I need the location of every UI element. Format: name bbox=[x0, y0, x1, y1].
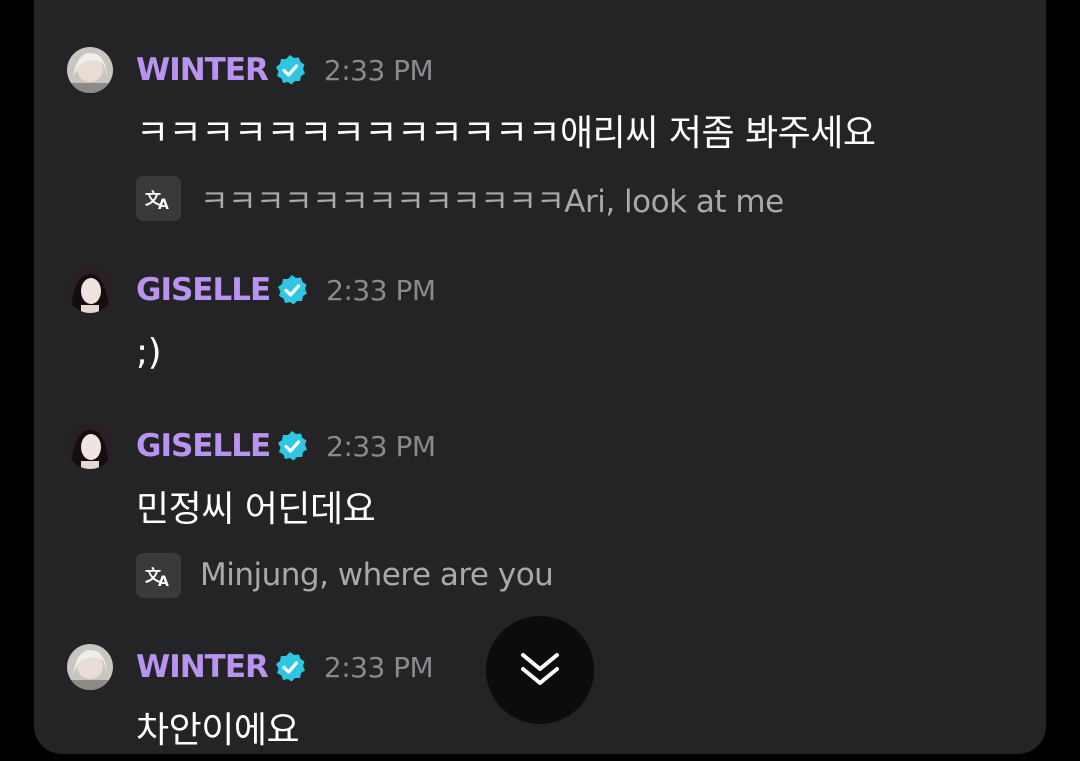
verified-badge-icon bbox=[273, 53, 307, 87]
message-text: ㅋㅋㅋㅋㅋㅋㅋㅋㅋㅋㅋㅋㅋ애리씨 저좀 봐주세요 bbox=[136, 113, 876, 154]
verified-badge-icon bbox=[275, 273, 309, 307]
message-timestamp: 2:33 PM bbox=[326, 273, 436, 307]
scroll-to-bottom-button[interactable] bbox=[486, 616, 594, 724]
message-header: GISELLE 2:33 PM bbox=[136, 426, 436, 466]
avatar[interactable] bbox=[67, 423, 113, 469]
chat-panel: WINTER 2:33 PM ㅋㅋㅋㅋㅋㅋㅋㅋㅋㅋㅋㅋㅋ애리씨 저좀 봐주세요 … bbox=[34, 0, 1046, 754]
translate-icon[interactable]: 文 A bbox=[136, 175, 181, 221]
author-name[interactable]: WINTER bbox=[136, 52, 269, 88]
translate-icon[interactable]: 文 A bbox=[136, 552, 181, 598]
author-name[interactable]: GISELLE bbox=[136, 428, 271, 464]
svg-text:A: A bbox=[158, 574, 169, 588]
message-timestamp: 2:33 PM bbox=[326, 429, 436, 463]
translation-text: ㅋㅋㅋㅋㅋㅋㅋㅋㅋㅋㅋㅋㅋAri, look at me bbox=[200, 183, 784, 220]
double-chevron-down-icon bbox=[521, 653, 559, 685]
message-text: 차안이에요 bbox=[136, 710, 300, 751]
message-timestamp: 2:33 PM bbox=[323, 650, 434, 684]
verified-badge-icon bbox=[273, 650, 307, 684]
message-text: 민정씨 어딘데요 bbox=[136, 489, 376, 530]
avatar[interactable] bbox=[67, 47, 113, 93]
message-header: WINTER 2:33 PM bbox=[136, 50, 434, 90]
author-name[interactable]: WINTER bbox=[136, 649, 269, 685]
avatar[interactable] bbox=[67, 267, 113, 313]
translation-text: Minjung, where are you bbox=[200, 557, 554, 593]
translation-row: 文 A ㅋㅋㅋㅋㅋㅋㅋㅋㅋㅋㅋㅋㅋAri, look at me bbox=[136, 175, 784, 221]
avatar[interactable] bbox=[67, 644, 113, 690]
svg-text:A: A bbox=[158, 197, 169, 211]
message-header: WINTER 2:33 PM bbox=[136, 647, 434, 687]
translation-row: 文 A Minjung, where are you bbox=[136, 552, 554, 598]
message-text: ;) bbox=[136, 332, 162, 373]
message-timestamp: 2:33 PM bbox=[323, 53, 434, 87]
message-header: GISELLE 2:33 PM bbox=[136, 270, 436, 310]
verified-badge-icon bbox=[275, 429, 309, 463]
author-name[interactable]: GISELLE bbox=[136, 272, 271, 308]
